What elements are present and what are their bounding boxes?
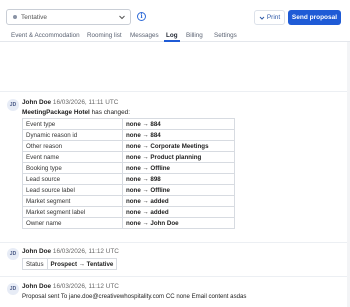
- tab-messages[interactable]: Messages: [130, 32, 159, 39]
- change-field: Other reason: [22, 140, 123, 152]
- change-value: none → Offline: [122, 162, 235, 174]
- change-value: Prospect → Tentative: [46, 258, 118, 270]
- table-row: Lead source label none → Offline: [22, 184, 235, 196]
- change-field: Dynamic reason id: [22, 129, 123, 141]
- change-value: none → 884: [122, 129, 235, 141]
- status-select[interactable]: Tentative: [6, 9, 131, 25]
- avatar: JD: [7, 283, 19, 295]
- change-field: Lead source: [22, 173, 123, 185]
- active-tab-indicator: [164, 40, 180, 42]
- log-message: Proposal sent To jane.doe@creativewhospi…: [22, 293, 247, 300]
- change-field: Owner name: [22, 217, 123, 229]
- log-divider: [0, 242, 350, 243]
- log-author: John Doe: [22, 283, 52, 290]
- log-top-divider: [0, 91, 350, 92]
- chevron-down-icon: [259, 16, 265, 20]
- change-field: Status: [22, 258, 48, 270]
- tab-rooming-list[interactable]: Rooming list: [87, 32, 122, 39]
- status-select-value: Tentative: [21, 13, 48, 21]
- table-row: Market segment none → added: [22, 195, 235, 207]
- change-value: none → John Doe: [122, 217, 235, 229]
- log-subject: MeetingPackage Hotel: [22, 109, 90, 116]
- change-value: none → added: [122, 195, 235, 207]
- changes-table: Status Prospect → Tentative: [22, 258, 118, 270]
- table-row: Lead source none → 898: [22, 173, 235, 185]
- table-row: Event type none → 884: [22, 118, 235, 130]
- change-value: none → Product planning: [122, 151, 235, 163]
- print-button-label: Print: [266, 14, 281, 21]
- change-value: none → 884: [122, 118, 235, 130]
- change-value: none → Corporate Meetings: [122, 140, 235, 152]
- tab-log[interactable]: Log: [166, 32, 178, 39]
- send-proposal-button[interactable]: Send proposal: [288, 10, 341, 25]
- change-field: Event name: [22, 151, 123, 163]
- tab-settings[interactable]: Settings: [214, 32, 237, 39]
- table-row: Dynamic reason id none → 884: [22, 129, 235, 141]
- top-bar: Tentative i Print Send proposal: [0, 0, 350, 30]
- table-row: Status Prospect → Tentative: [22, 258, 118, 270]
- log-author: John Doe: [22, 248, 52, 255]
- table-row: Booking type none → Offline: [22, 162, 235, 174]
- log-subject-suffix: has changed:: [91, 109, 131, 116]
- avatar: JD: [7, 99, 19, 111]
- changes-table: Event type none → 884 Dynamic reason id no…: [22, 118, 235, 229]
- log-entry-header: John Doe 16/03/2026, 11:11 UTC: [22, 99, 118, 106]
- change-value: none → added: [122, 206, 235, 218]
- log-timestamp: 16/03/2026, 11:12 UTC: [52, 248, 119, 255]
- table-row: Owner name none → John Doe: [22, 217, 235, 229]
- tab-bar: Event & Accommodation Rooming list Messa…: [0, 30, 350, 42]
- tab-event-accommodation[interactable]: Event & Accommodation: [11, 32, 80, 39]
- log-entry-header: John Doe 16/03/2026, 11:12 UTC: [22, 283, 119, 290]
- log-author: John Doe: [22, 99, 52, 106]
- chevron-down-icon: [119, 15, 125, 20]
- print-button[interactable]: Print: [254, 10, 285, 25]
- table-row: Market segment label none → added: [22, 206, 235, 218]
- change-value: none → 898: [122, 173, 235, 185]
- table-row: Other reason none → Corporate Meetings: [22, 140, 235, 152]
- log-entry-header: John Doe 16/03/2026, 11:12 UTC: [22, 248, 119, 255]
- change-field: Lead source label: [22, 184, 123, 196]
- change-value: none → Offline: [122, 184, 235, 196]
- log-timestamp: 16/03/2026, 11:12 UTC: [52, 283, 119, 290]
- change-field: Booking type: [22, 162, 123, 174]
- log-entry-description: MeetingPackage Hotel has changed:: [22, 109, 130, 116]
- change-field: Event type: [22, 118, 123, 130]
- log-divider: [0, 276, 350, 277]
- avatar: JD: [7, 248, 19, 260]
- table-row: Event name none → Product planning: [22, 151, 235, 163]
- change-field: Market segment label: [22, 206, 123, 218]
- log-timestamp: 16/03/2026, 11:11 UTC: [52, 99, 119, 106]
- change-field: Market segment: [22, 195, 123, 207]
- info-icon[interactable]: i: [137, 12, 146, 21]
- tab-billing[interactable]: Billing: [186, 32, 203, 39]
- status-dot-icon: [13, 15, 17, 19]
